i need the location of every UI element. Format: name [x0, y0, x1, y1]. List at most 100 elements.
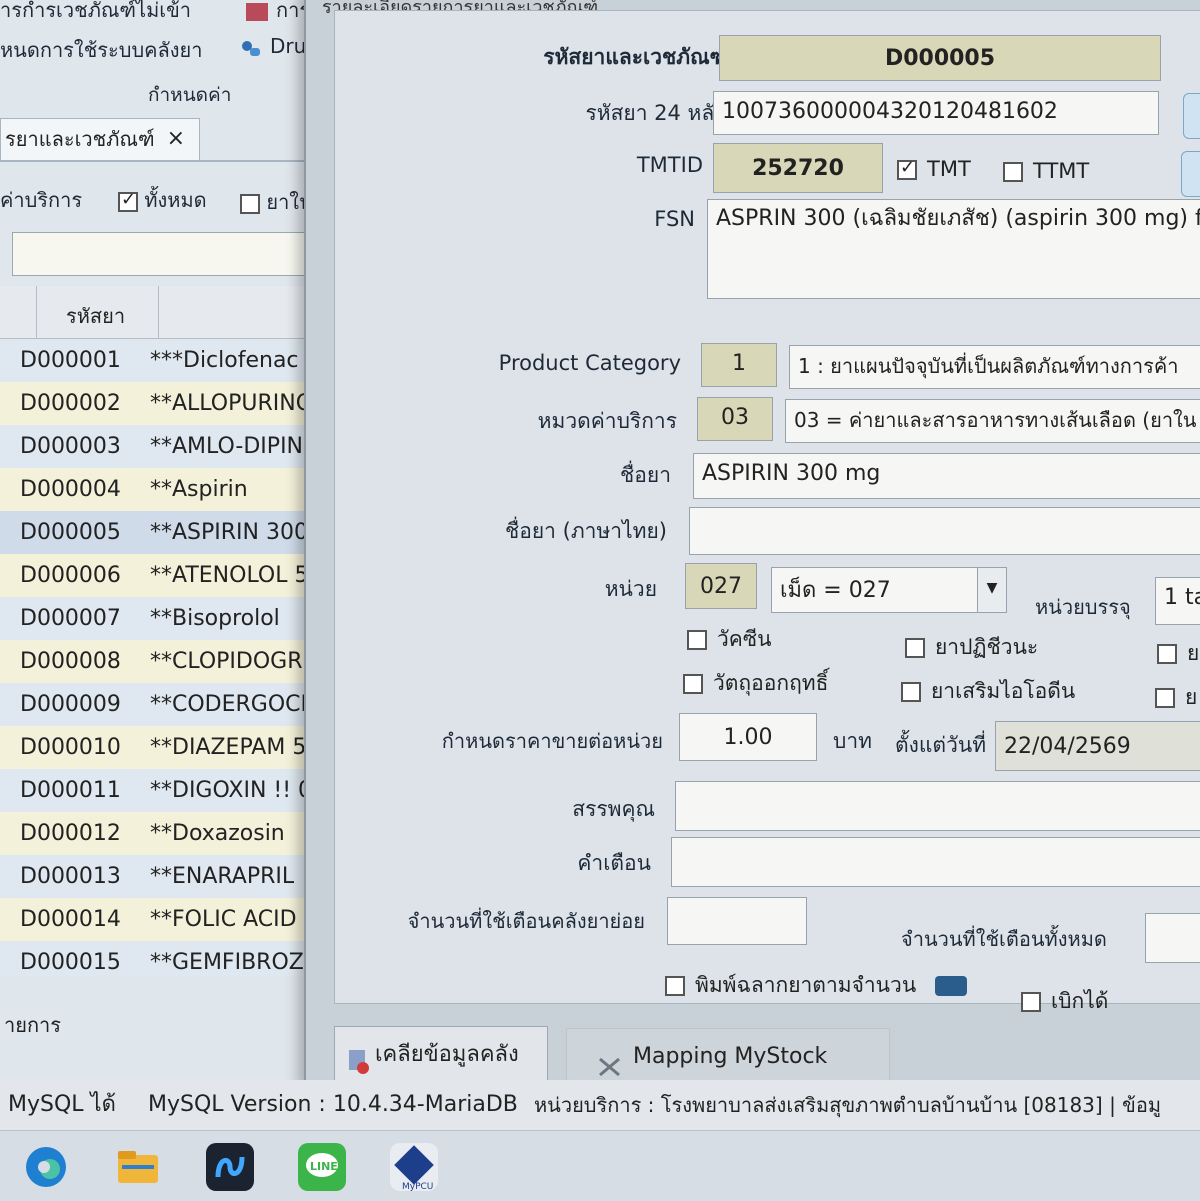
grid-divider	[36, 286, 37, 338]
toolbar-label: หนดการใช้ระบบคลังยา	[0, 38, 203, 62]
product-category-label: Product Category	[498, 351, 681, 375]
tmt-checkbox[interactable]: TMT	[897, 157, 971, 181]
unit-label: หน่วย	[604, 577, 657, 601]
withdrawable-checkbox[interactable]: เบิกได้	[1021, 985, 1108, 1018]
ttmt-checkbox[interactable]: TTMT	[1003, 159, 1089, 183]
unit-select-value: เม็ด = 027	[780, 578, 891, 603]
checkbox-label: ทั้งหมด	[144, 188, 207, 212]
all-checkbox[interactable]: ทั้งหมด	[118, 184, 207, 216]
checkbox-icon	[687, 630, 707, 650]
svg-text:MyPCU: MyPCU	[402, 1182, 433, 1191]
antibiotic-checkbox[interactable]: ยาปฏิชีวนะ	[905, 631, 1038, 664]
drug-name-thai-field[interactable]	[689, 507, 1200, 555]
service-filter-label: ค่าบริการ	[0, 188, 83, 212]
code24-field[interactable]: 1007360000043201204816­02	[713, 91, 1159, 135]
since-date-field[interactable]: 22/04/2569	[995, 721, 1200, 771]
row-code: D000001	[20, 348, 121, 373]
tmtid-field: 252720	[713, 143, 883, 193]
toolbar-item-new-items[interactable]: ารกำรเวชภัณฑ์ไม่เข้า	[0, 0, 191, 26]
checkbox-icon	[897, 157, 917, 180]
row-code: D000009	[20, 692, 121, 717]
drug-name-field[interactable]: ASPIRIN 300 mg	[693, 453, 1200, 499]
checkbox-label: วัตถุออกฤทธิ์	[713, 671, 829, 695]
price-field[interactable]: 1.00	[679, 713, 817, 761]
clear-stock-button[interactable]: เคลียข้อมูลคลัง	[334, 1026, 548, 1082]
row-code: D000013	[20, 864, 121, 889]
checkbox-icon	[1157, 644, 1177, 664]
drug-name-label: ชื่อยา	[620, 463, 671, 487]
properties-field[interactable]	[675, 781, 1200, 831]
baht-label: บาท	[833, 729, 872, 753]
mysql-status: MySQL ได้	[8, 1092, 116, 1117]
mapping-icon	[597, 1045, 623, 1077]
row-name: **Doxazosin	[150, 821, 285, 846]
product-category-code: 1	[701, 343, 777, 387]
extra-checkbox-2[interactable]: ย	[1155, 681, 1197, 714]
service-unit: หน่วยบริการ : โรงพยาบาลส่งเสริมสุขภาพตำบ…	[534, 1093, 1162, 1117]
service-category-select[interactable]: 03 = ค่ายาและสารอาหารทางเส้นเลือด (ยาใน	[785, 399, 1200, 443]
file-explorer-icon[interactable]	[114, 1143, 162, 1191]
unit-code-field: 027	[685, 563, 757, 609]
search-input[interactable]	[12, 232, 340, 276]
row-code: D000003	[20, 434, 121, 459]
row-code: D000002	[20, 391, 121, 416]
product-category-select[interactable]: 1 : ยาแผนปัจจุบันที่เป็นผลิตภัณฑ์ทางการค…	[789, 345, 1200, 389]
mapping-mystock-button[interactable]: Mapping MyStock	[566, 1028, 890, 1084]
tab-label: รยาและเวชภัณฑ์	[5, 127, 155, 151]
pack-unit-label: หน่วยบรรจุ	[1035, 595, 1131, 619]
row-code: D000008	[20, 649, 121, 674]
checkbox-icon	[1021, 992, 1041, 1012]
line-app-icon[interactable]: LINE	[298, 1143, 346, 1191]
toolbar-group-label: กำหนดค่า	[148, 84, 232, 106]
app-icon[interactable]	[206, 1143, 254, 1191]
toolbar-item-stock-settings[interactable]: หนดการใช้ระบบคลังยา	[0, 34, 203, 66]
mypcu-icon[interactable]: MyPCU	[390, 1143, 438, 1192]
checkbox-icon	[905, 638, 925, 658]
price-label: กำหนดราคาขายต่อหน่วย	[441, 729, 663, 753]
row-code: D000006	[20, 563, 121, 588]
extra-checkbox-1[interactable]: ย	[1157, 637, 1199, 670]
row-code: D000005	[20, 520, 121, 545]
checkbox-label: เบิกได้	[1051, 989, 1109, 1013]
code24-label: รหัสยา 24 หลัก	[585, 101, 727, 125]
close-icon[interactable]: ×	[167, 119, 185, 159]
unit-select[interactable]: เม็ด = 027 ▼	[771, 567, 1007, 613]
chevron-down-icon[interactable]: ▼	[977, 568, 1006, 612]
vaccine-checkbox[interactable]: วัคซีน	[687, 623, 771, 656]
iodine-checkbox[interactable]: ยาเสริมไอโอดีน	[901, 675, 1075, 708]
button-label: Mapping MyStock	[633, 1044, 828, 1069]
grid-divider	[158, 286, 159, 338]
checkbox-label: TTMT	[1033, 159, 1090, 183]
service-category-code: 03	[697, 397, 773, 441]
pack-unit-field[interactable]: 1 ta	[1155, 577, 1200, 625]
fsn-label: FSN	[654, 207, 695, 231]
sub-stock-warning-field[interactable]	[667, 897, 807, 945]
flag-icon	[246, 2, 268, 21]
checkbox-icon	[683, 674, 703, 694]
taskbar: LINE MyPCU	[0, 1130, 1200, 1201]
clear-data-icon	[347, 1042, 369, 1074]
row-code: D000015	[20, 950, 121, 975]
warning-field[interactable]	[671, 837, 1200, 887]
drug-name-thai-label: ชื่อยา (ภาษาไทย)	[504, 519, 667, 543]
checkbox-icon	[665, 976, 685, 996]
pills-icon	[240, 39, 262, 57]
row-name: **Aspirin	[150, 477, 248, 502]
tab-drug-list[interactable]: รยาและเวชภัณฑ์ ×	[0, 118, 200, 160]
row-code: D000010	[20, 735, 121, 760]
fsn-field[interactable]: ASPRIN 300 (เฉลิมชัยเภสัช) (aspirin 300 …	[707, 199, 1200, 299]
tmt-lookup-button[interactable]	[1181, 151, 1200, 197]
toolbar-label: ารกำรเวชภัณฑ์ไม่เข้า	[0, 0, 192, 22]
record-count-label: ายการ	[4, 1013, 62, 1037]
column-header-code[interactable]: รหัสยา	[66, 300, 125, 332]
checkbox-icon	[901, 682, 921, 702]
row-code: D000014	[20, 907, 121, 932]
row-name: ***Diclofenac	[150, 348, 299, 373]
row-code: D000004	[20, 477, 121, 502]
psychotropic-checkbox[interactable]: วัตถุออกฤทธิ์	[683, 667, 828, 700]
total-warning-field[interactable]	[1145, 913, 1200, 963]
mysql-version: MySQL Version : 10.4.34-MariaDB	[148, 1092, 518, 1117]
code24-lookup-button[interactable]	[1183, 93, 1200, 139]
edge-browser-icon[interactable]	[22, 1143, 70, 1191]
print-label-checkbox[interactable]: พิมพ์ฉลากยาตามจำนวน	[665, 969, 967, 1002]
